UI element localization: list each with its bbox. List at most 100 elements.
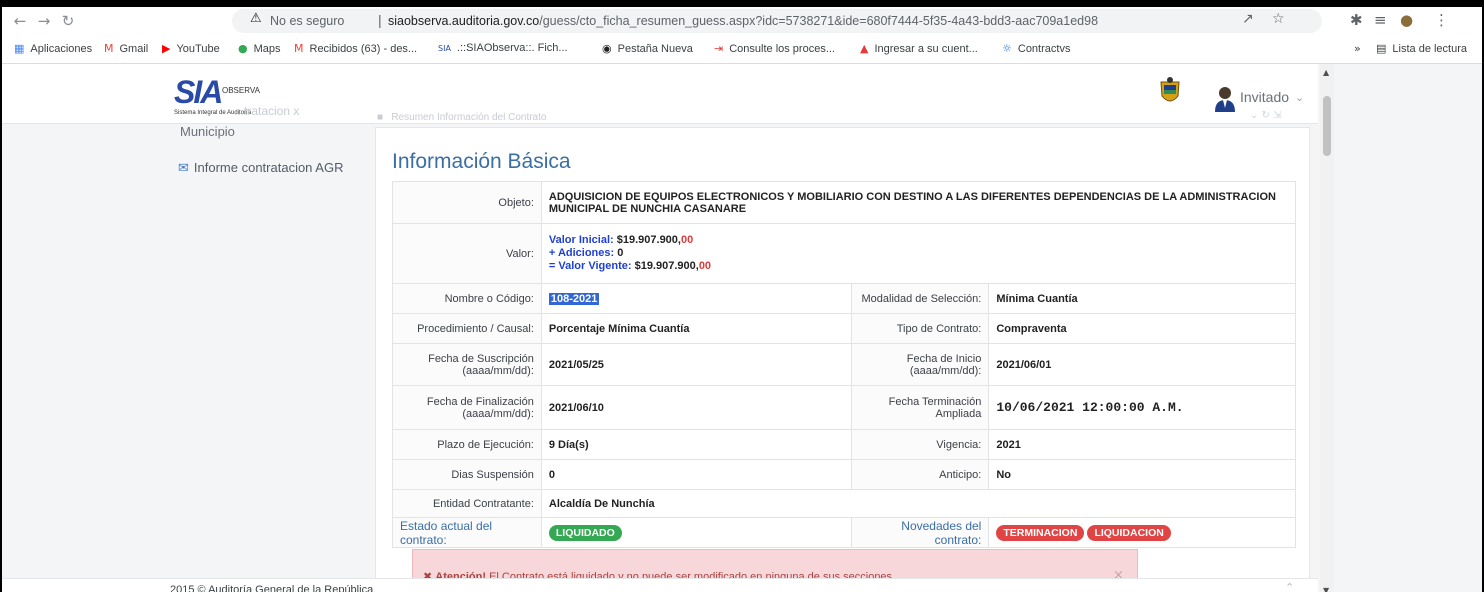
chevron-down-icon[interactable]: ⌄ <box>1295 91 1304 104</box>
label-modalidad: Modalidad de Selección: <box>851 283 990 314</box>
bookmark-youtube[interactable]: ▶ YouTube <box>162 42 220 55</box>
bookmarks-bar: ▦ Aplicaciones M Gmail ▶ YouTube ● Maps M Rec… <box>2 39 1482 61</box>
bookmark-gmail[interactable]: M Gmail <box>104 42 148 55</box>
kebab-menu-icon[interactable]: ⋮ <box>1434 11 1449 29</box>
bookmark-recibidos[interactable]: M Recibidos (63) - des... <box>294 42 417 55</box>
section-title: Información Básica <box>392 150 571 173</box>
reload-icon[interactable]: ↻ <box>58 11 78 31</box>
value-nombre-selected[interactable]: 108-2021 <box>548 292 600 305</box>
novedad-badge-liquidacion: LIQUIDACION <box>1087 524 1171 541</box>
value-objeto: ADQUISICION DE EQUIPOS ELECTRONICOS Y MO… <box>540 181 1297 224</box>
table-row: Procedimiento / Causal: Porcentaje Mínim… <box>392 313 1296 344</box>
value-procedimiento: Porcentaje Mínima Cuantía <box>540 313 853 344</box>
valor-inicial: Valor Inicial: $19.907.900,00 <box>549 234 1288 247</box>
logo-text: SIA <box>174 74 223 110</box>
label-vigencia: Vigencia: <box>851 429 990 460</box>
label-plazo: Plazo de Ejecución: <box>392 429 542 460</box>
footer-copyright: 2015 © Auditoría General de la República <box>170 584 374 592</box>
globe-icon: ☼ <box>1002 42 1012 55</box>
forward-arrow-icon[interactable]: → <box>34 11 54 31</box>
url-text[interactable]: siaobserva.auditoria.gov.co/guess/cto_fi… <box>388 14 1098 28</box>
value-fecha-finalizacion: 2021/06/10 <box>540 385 853 430</box>
label-dias-suspension: Dias Suspensión <box>392 459 542 490</box>
value-tipo: Compraventa <box>988 313 1296 344</box>
scroll-down-arrow-icon[interactable]: ▼ <box>1323 586 1329 592</box>
address-row: ← → ↻ ⚠ No es seguro | siaobserva.audito… <box>2 7 1482 35</box>
value-anticipo: No <box>988 459 1296 490</box>
novedad-badge-terminacion: TERMINACION <box>996 524 1085 541</box>
label-line: Fecha de Finalización <box>426 395 534 408</box>
browser-window: ← → ↻ ⚠ No es seguro | siaobserva.audito… <box>0 0 1484 592</box>
table-row: Fecha de Suscripción (aaaa/mm/dd): 2021/0… <box>392 343 1296 386</box>
label-fecha-finalizacion: Fecha de Finalización (aaaa/mm/dd): <box>392 385 542 430</box>
label-estado: Estado actual del contrato: <box>392 517 542 548</box>
label-ampliada: Ampliada <box>935 407 982 420</box>
login-arrow-icon: ⇥ <box>714 42 724 55</box>
bookmark-pestana-nueva[interactable]: ◉ Pestaña Nueva <box>602 42 693 55</box>
scroll-up-arrow-icon[interactable]: ▲ <box>1323 68 1329 77</box>
gmail-icon: M <box>294 42 304 55</box>
value-fecha-terminacion-text: 10/06/2021 12:00:00 A.M. <box>996 400 1184 415</box>
user-avatar-icon[interactable] <box>1214 86 1236 112</box>
warning-triangle-icon[interactable]: ⚠ <box>250 11 262 26</box>
star-bookmark-icon[interactable]: ☆ <box>1272 11 1285 27</box>
sidebar: Municipio ✉ Informe contratacion AGR <box>2 64 362 592</box>
apps-grid-icon: ▦ <box>14 42 25 55</box>
address-bar[interactable]: ⚠ No es seguro | siaobserva.auditoria.go… <box>232 9 1322 33</box>
value-vigencia: 2021 <box>988 429 1296 460</box>
user-name[interactable]: Invitado <box>1240 89 1289 105</box>
bookmark-aplicaciones[interactable]: ▦ Aplicaciones <box>14 42 92 55</box>
status-badge-liquidado: LIQUIDADO <box>548 524 622 541</box>
adiciones: + Adiciones: 0 <box>549 247 1288 260</box>
value-novedades: TERMINACION LIQUIDACION <box>988 517 1296 548</box>
value-fecha-inicio: 2021/06/01 <box>988 343 1296 386</box>
reading-list-button[interactable]: ▤ Lista de lectura <box>1376 42 1467 55</box>
adiciones-label: + Adiciones: <box>548 247 615 259</box>
bookmarks-overflow-chevron[interactable]: » <box>1354 42 1367 55</box>
share-icon[interactable]: ↗ <box>1242 11 1254 27</box>
bookmark-maps[interactable]: ● Maps <box>238 42 281 55</box>
reading-list-label: Lista de lectura <box>1392 43 1468 55</box>
label-line: Fecha de Inicio <box>906 352 982 365</box>
page-scrollbar[interactable]: ▲ ▼ <box>1320 64 1334 592</box>
coat-of-arms-icon <box>1160 77 1180 102</box>
bookmark-label: Pestaña Nueva <box>617 43 693 55</box>
value-valor: Valor Inicial: $19.907.900,00 + Adicione… <box>540 223 1297 284</box>
table-row: Entidad Contratante: Alcaldía De Nunchía <box>392 489 1297 518</box>
bookmark-label: Recibidos (63) - des... <box>309 43 418 55</box>
table-row: Valor: Valor Inicial: $19.907.900,00 + A… <box>392 223 1297 284</box>
ghost-panel-label: Resumen Información del Contrato <box>391 112 547 123</box>
table-row: Nombre o Código: 108-2021 Modalidad de S… <box>392 283 1296 314</box>
value-fecha-terminacion: 10/06/2021 12:00:00 A.M. <box>988 385 1296 430</box>
bookmark-label: Gmail <box>119 43 149 55</box>
ghost-panel-title: ■ Resumen Información del Contrato <box>377 112 547 123</box>
scroll-top-chevron-icon[interactable]: ⌃ <box>1285 581 1294 592</box>
app-header: SIA OBSERVA Sistema Integral de Auditorí… <box>2 64 1318 124</box>
valor-vigente-label: = Valor Vigente: <box>548 260 632 272</box>
back-arrow-icon[interactable]: ← <box>10 11 30 31</box>
scrollbar-thumb[interactable] <box>1323 96 1331 156</box>
insecure-label[interactable]: No es seguro <box>270 14 344 28</box>
bookmark-label: Maps <box>253 43 281 55</box>
valor-inicial-label: Valor Inicial: <box>548 234 614 246</box>
url-host: siaobserva.auditoria.gov.co <box>388 14 540 28</box>
bookmark-ingresar[interactable]: ▲ Ingresar a su cuent... <box>860 42 978 55</box>
valor-vigente: = Valor Vigente: $19.907.900,00 <box>549 260 1288 273</box>
profile-avatar-icon[interactable]: ● <box>1400 11 1413 29</box>
bookmark-siaobserva[interactable]: SIA .::SIAObserva::. Fich... <box>438 42 568 54</box>
valor-vigente-cents: 00 <box>698 260 712 272</box>
chrome-tab-icon: ◉ <box>602 42 612 55</box>
sidebar-item-municipio[interactable]: Municipio <box>180 124 235 139</box>
reading-list-icon[interactable]: ≡ <box>1374 11 1387 29</box>
page-footer: 2015 © Auditoría General de la República… <box>2 578 1318 592</box>
value-nombre[interactable]: 108-2021 <box>540 283 853 314</box>
bookmark-contractvs[interactable]: ☼ Contractvs <box>1002 42 1070 55</box>
label-novedades: Novedades del contrato: <box>851 517 990 548</box>
extensions-puzzle-icon[interactable]: ✱ <box>1350 11 1363 29</box>
sidebar-item-informe-contratacion[interactable]: ✉ Informe contratacion AGR <box>178 160 343 176</box>
label-tipo: Tipo de Contrato: <box>851 313 990 344</box>
bookmark-consulte[interactable]: ⇥ Consulte los proces... <box>714 42 835 55</box>
bookmark-label: Ingresar a su cuent... <box>874 43 978 55</box>
label-format: (aaaa/mm/dd): <box>909 364 982 377</box>
bookmark-label: .::SIAObserva::. Fich... <box>456 42 568 54</box>
